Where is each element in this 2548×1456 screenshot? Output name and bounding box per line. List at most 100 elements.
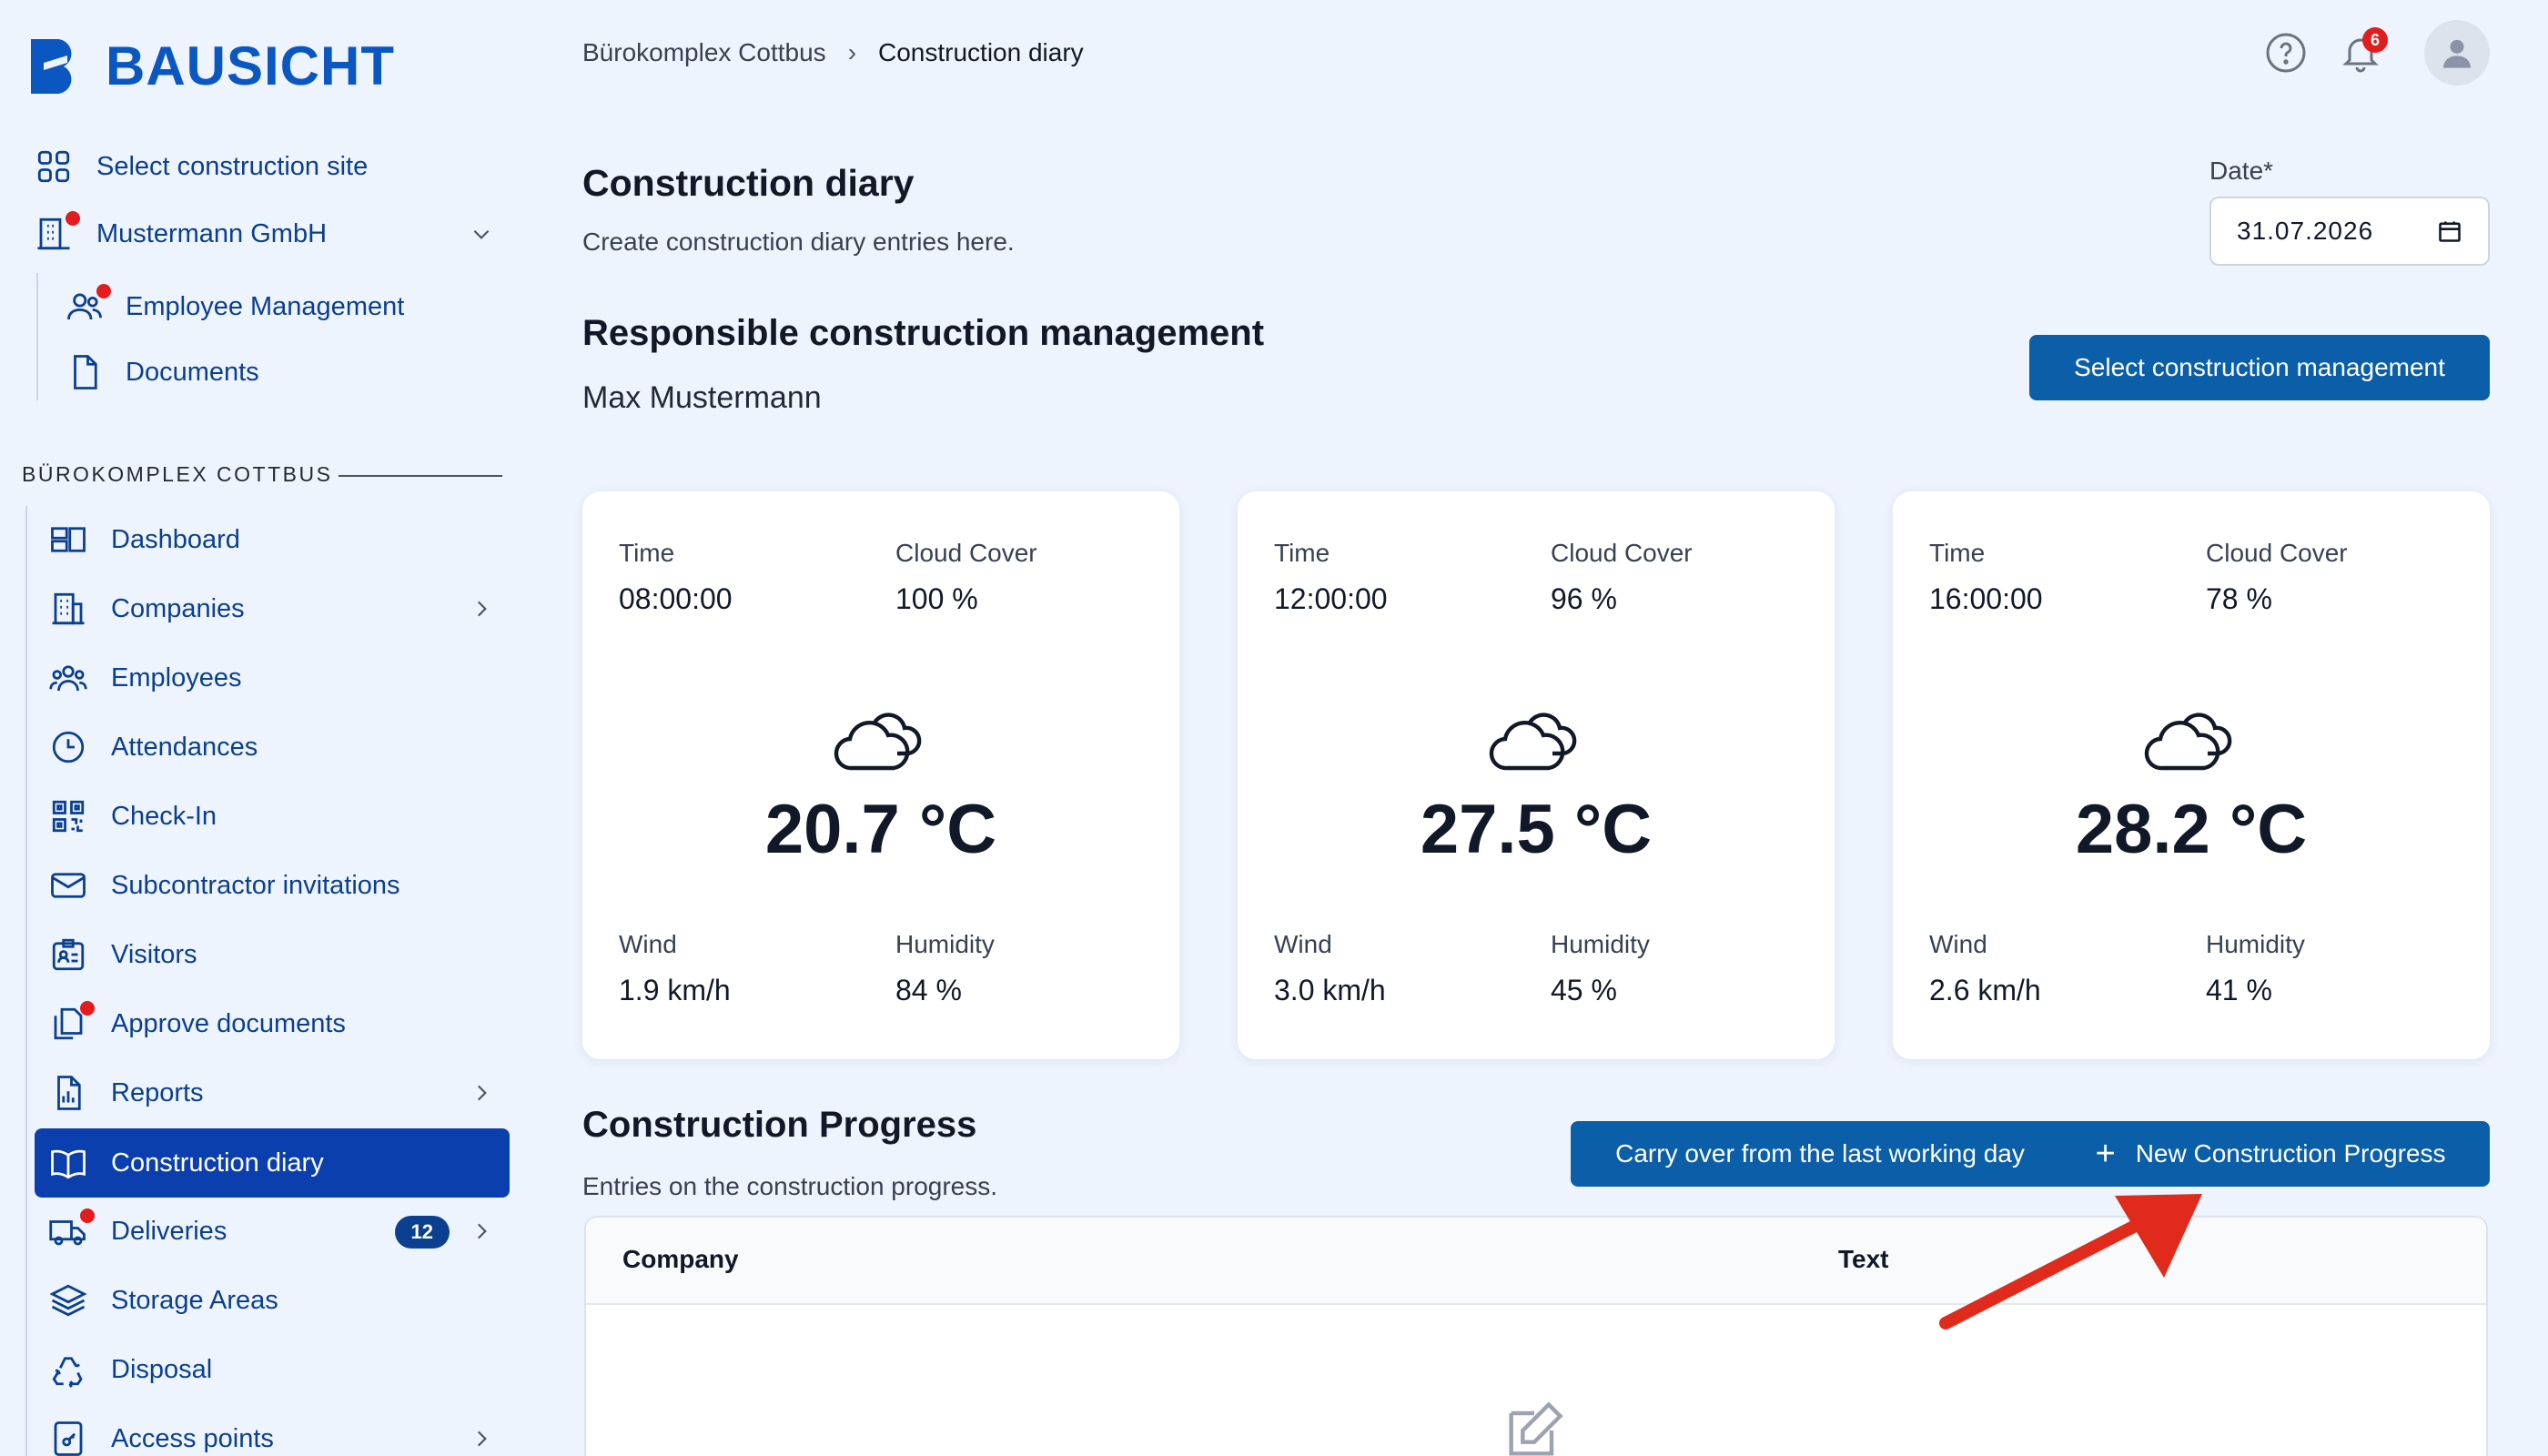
sidebar-item-label: Disposal bbox=[111, 1354, 213, 1384]
report-icon bbox=[47, 1072, 89, 1114]
weather-card: Time 12:00:00 Cloud Cover 96 % 27.5 °C W… bbox=[1238, 491, 1835, 1059]
temperature-value: 28.2 °C bbox=[2075, 791, 2308, 868]
progress-subtitle: Entries on the construction progress. bbox=[582, 1172, 998, 1200]
cloud-icon bbox=[834, 713, 922, 771]
sidebar-item-disposal[interactable]: Disposal bbox=[47, 1338, 510, 1401]
weather-card: Time 08:00:00 Cloud Cover 100 % 20.7 °C … bbox=[582, 491, 1179, 1059]
column-header-text[interactable]: Text bbox=[1838, 1245, 1889, 1274]
sidebar-item-label: Storage Areas bbox=[111, 1285, 278, 1315]
avatar[interactable] bbox=[2424, 20, 2490, 86]
notification-count-badge: 6 bbox=[2362, 27, 2388, 53]
humidity-label: Humidity bbox=[1551, 930, 1650, 958]
wind-label: Wind bbox=[1274, 930, 1332, 958]
progress-title: Construction Progress bbox=[582, 1105, 977, 1145]
help-icon[interactable] bbox=[2264, 31, 2308, 75]
chevron-right-icon[interactable] bbox=[470, 597, 493, 621]
calendar-icon[interactable] bbox=[2437, 218, 2462, 244]
grid-icon bbox=[33, 146, 75, 187]
sidebar-item-subcontractor-invitations[interactable]: Subcontractor invitations bbox=[47, 854, 510, 917]
document-icon bbox=[64, 351, 106, 393]
qr-code-icon bbox=[47, 795, 89, 837]
humidity-value: 45 % bbox=[1551, 974, 1617, 1006]
date-label: Date* bbox=[2209, 157, 2274, 185]
edit-icon bbox=[1509, 1401, 1563, 1456]
time-label: Time bbox=[619, 539, 675, 567]
header-actions: 6 bbox=[2233, 20, 2490, 86]
chevron-right-icon[interactable] bbox=[470, 1219, 493, 1243]
sidebar-item-reports[interactable]: Reports bbox=[47, 1061, 510, 1125]
humidity-label: Humidity bbox=[2206, 930, 2305, 958]
sidebar-item-label: Employee Management bbox=[126, 291, 405, 321]
nav-line bbox=[25, 506, 27, 1456]
sidebar-item-check-in[interactable]: Check-In bbox=[47, 784, 510, 848]
group-icon bbox=[47, 657, 89, 699]
sidebar-item-approve-documents[interactable]: Approve documents bbox=[47, 992, 510, 1056]
sidebar-item-documents[interactable]: Documents bbox=[64, 340, 510, 404]
chevron-right-icon[interactable] bbox=[470, 1081, 493, 1105]
column-header-company[interactable]: Company bbox=[622, 1245, 739, 1274]
chevron-down-icon[interactable] bbox=[470, 222, 493, 246]
wind-value: 3.0 km/h bbox=[1274, 974, 1386, 1006]
carry-over-button[interactable]: Carry over from the last working day bbox=[1571, 1121, 2069, 1187]
breadcrumb-current: Construction diary bbox=[878, 38, 1084, 66]
bell-icon[interactable]: 6 bbox=[2339, 27, 2388, 75]
select-management-button[interactable]: Select construction management bbox=[2029, 335, 2490, 400]
cloud-icon bbox=[2144, 713, 2232, 771]
cloud-cover-label: Cloud Cover bbox=[895, 539, 1037, 567]
dashboard-icon bbox=[47, 519, 89, 561]
alert-dot bbox=[80, 1001, 95, 1016]
cloud-cover-label: Cloud Cover bbox=[2206, 539, 2348, 567]
wind-label: Wind bbox=[619, 930, 677, 958]
bausicht-logo-icon bbox=[31, 38, 72, 94]
submenu-line bbox=[36, 273, 38, 400]
brand-logo[interactable]: BAUSICHT bbox=[27, 35, 395, 97]
cloud-cover-value: 100 % bbox=[895, 582, 978, 615]
mail-icon bbox=[47, 864, 89, 906]
sidebar-item-companies[interactable]: Companies bbox=[47, 577, 510, 641]
chevron-right-icon[interactable] bbox=[470, 1427, 493, 1451]
wind-label: Wind bbox=[1929, 930, 1987, 958]
layers-icon bbox=[47, 1279, 89, 1321]
users-icon bbox=[64, 284, 111, 328]
date-value: 31.07.2026 bbox=[2237, 217, 2374, 245]
humidity-value: 84 % bbox=[895, 974, 962, 1006]
sidebar-item-label: Reports bbox=[111, 1077, 204, 1107]
documents-copy-icon bbox=[47, 1001, 95, 1045]
time-value: 12:00:00 bbox=[1274, 582, 1388, 615]
time-label: Time bbox=[1929, 539, 1986, 567]
time-value: 08:00:00 bbox=[619, 582, 733, 615]
cloud-cover-value: 96 % bbox=[1551, 582, 1617, 615]
sidebar-item-label: Documents bbox=[126, 357, 259, 387]
humidity-label: Humidity bbox=[895, 930, 995, 958]
sidebar-item-employees[interactable]: Employees bbox=[47, 646, 510, 710]
sidebar-item-attendances[interactable]: Attendances bbox=[47, 715, 510, 779]
key-card-icon bbox=[47, 1418, 89, 1456]
sidebar-item-label: Access points bbox=[111, 1423, 274, 1453]
temperature-value: 27.5 °C bbox=[1420, 791, 1653, 868]
site-section-label: BÜROKOMPLEX COTTBUS bbox=[22, 462, 333, 486]
date-field[interactable]: 31.07.2026 bbox=[2209, 197, 2490, 266]
page-title: Construction diary bbox=[582, 162, 915, 204]
weather-card: Time 16:00:00 Cloud Cover 78 % 28.2 °C W… bbox=[1893, 491, 2490, 1059]
sidebar-item-access-points[interactable]: Access points bbox=[47, 1407, 510, 1456]
sidebar-item-storage-areas[interactable]: Storage Areas bbox=[47, 1269, 510, 1332]
sidebar-item-deliveries[interactable]: Deliveries 12 bbox=[47, 1199, 510, 1263]
select-site-button[interactable]: Select construction site bbox=[33, 135, 510, 198]
breadcrumb-site[interactable]: Bürokomplex Cottbus bbox=[582, 38, 826, 67]
sidebar-item-label: Dashboard bbox=[111, 524, 240, 554]
alert-dot bbox=[96, 284, 111, 298]
sidebar-item-visitors[interactable]: Visitors bbox=[47, 923, 510, 986]
cloud-cover-value: 78 % bbox=[2206, 582, 2272, 615]
sidebar-item-dashboard[interactable]: Dashboard bbox=[47, 508, 510, 571]
office-building-icon bbox=[33, 211, 80, 255]
sidebar-item-construction-diary[interactable]: Construction diary bbox=[35, 1128, 510, 1198]
sidebar-item-label: Subcontractor invitations bbox=[111, 870, 400, 900]
clock-icon bbox=[47, 726, 89, 768]
company-dropdown[interactable]: Mustermann GmbH bbox=[33, 202, 510, 266]
time-value: 16:00:00 bbox=[1929, 582, 2043, 615]
new-progress-button[interactable]: + New Construction Progress bbox=[2051, 1121, 2490, 1187]
sidebar-item-employee-management[interactable]: Employee Management bbox=[64, 275, 510, 339]
humidity-value: 41 % bbox=[2206, 974, 2272, 1006]
sidebar-item-label: Approve documents bbox=[111, 1008, 346, 1038]
time-label: Time bbox=[1274, 539, 1330, 567]
